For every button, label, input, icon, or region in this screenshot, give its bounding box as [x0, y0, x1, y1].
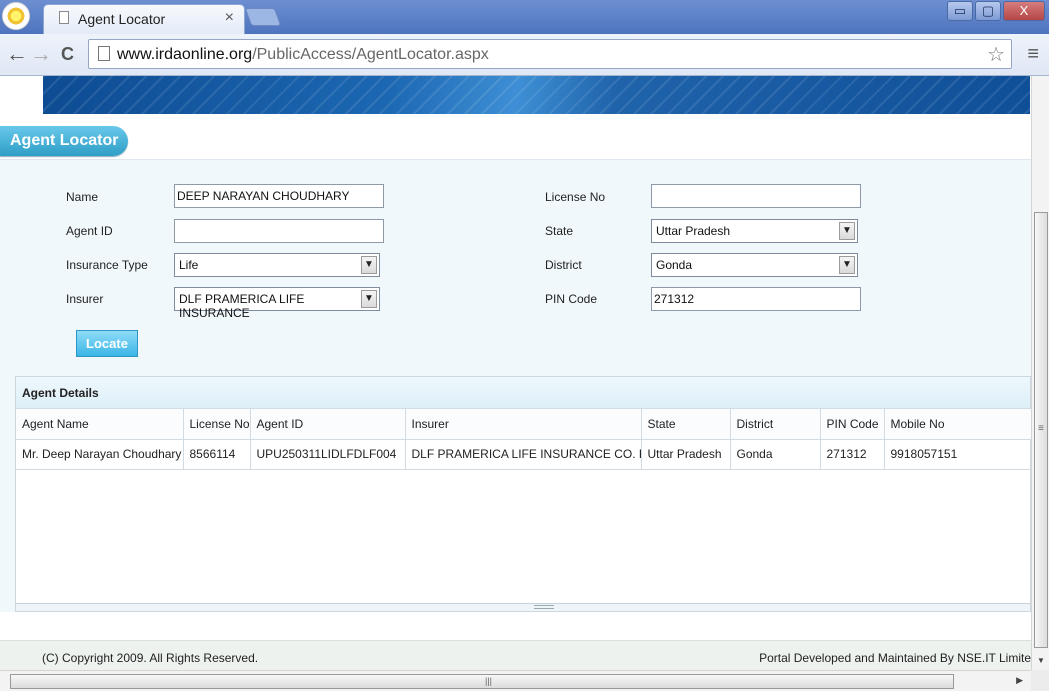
- tab-title: Agent Locator: [78, 11, 166, 27]
- license-no-cell: 8566114: [183, 439, 251, 470]
- vertical-scroll-thumb[interactable]: ≡: [1034, 212, 1048, 648]
- chevron-down-icon: ▼: [839, 222, 855, 240]
- name-input[interactable]: DEEP NARAYAN CHOUDHARY: [174, 184, 384, 208]
- grip-icon: |||: [485, 676, 493, 686]
- insurer-label: Insurer: [66, 292, 104, 306]
- insurer-cell: DLF PRAMERICA LIFE INSURANCE CO. LTD: [405, 439, 642, 470]
- agent-details-panel: Agent Details Agent Name License No Agen…: [15, 376, 1031, 612]
- district-value: Gonda: [656, 258, 693, 272]
- page-icon: [98, 46, 110, 61]
- agent-search-form: Name DEEP NARAYAN CHOUDHARY Agent ID Ins…: [0, 160, 1031, 612]
- scrollbar-corner: [1031, 670, 1049, 691]
- reload-icon[interactable]: C: [61, 42, 74, 66]
- url-host: www.irdaonline.org: [117, 46, 253, 63]
- table-row[interactable]: Mr. Deep Narayan Choudhary 8566114 UPU25…: [16, 439, 1031, 470]
- scroll-right-icon[interactable]: ▶: [1016, 675, 1023, 686]
- panel-resize-bar[interactable]: [16, 603, 1030, 611]
- browser-toolbar: ← → C www.irdaonline.org/PublicAccess/Ag…: [0, 34, 1049, 76]
- browser-tab[interactable]: Agent Locator ×: [43, 4, 245, 34]
- column-header[interactable]: Agent ID: [250, 409, 406, 440]
- district-select[interactable]: Gonda ▼: [651, 253, 858, 277]
- page-icon: [59, 11, 69, 24]
- agent-id-cell: UPU250311LIDLFDLF004: [250, 439, 406, 470]
- maximize-button[interactable]: ▢: [975, 1, 1001, 21]
- site-banner: [43, 76, 1030, 114]
- pin-code-input[interactable]: 271312: [651, 287, 861, 311]
- url-text[interactable]: www.irdaonline.org/PublicAccess/AgentLoc…: [117, 46, 489, 64]
- license-no-input[interactable]: [651, 184, 861, 208]
- chevron-down-icon: ▼: [839, 256, 855, 274]
- district-label: District: [545, 258, 582, 272]
- horizontal-scroll-thumb[interactable]: |||: [10, 674, 954, 689]
- state-label: State: [545, 224, 574, 238]
- browser-titlebar: Agent Locator × ▭ ▢ X: [0, 0, 1049, 34]
- column-header[interactable]: District: [730, 409, 821, 440]
- state-select[interactable]: Uttar Pradesh ▼: [651, 219, 858, 243]
- district-cell: Gonda: [730, 439, 821, 470]
- page-footer: (C) Copyright 2009. All Rights Reserved.…: [0, 640, 1031, 670]
- agent-details-title: Agent Details: [16, 377, 1030, 409]
- back-icon[interactable]: ←: [6, 42, 28, 66]
- agent-name-cell: Mr. Deep Narayan Choudhary: [16, 439, 184, 470]
- grip-icon: ≡: [1038, 423, 1044, 434]
- chevron-down-icon: ▼: [361, 256, 377, 274]
- column-header[interactable]: Mobile No: [884, 409, 1031, 440]
- pin-code-cell: 271312: [820, 439, 885, 470]
- state-cell: Uttar Pradesh: [641, 439, 731, 470]
- chrome-logo-icon: [2, 2, 30, 30]
- insurance-type-label: Insurance Type: [66, 258, 148, 272]
- bookmark-star-icon[interactable]: ☆: [987, 42, 1005, 67]
- column-header[interactable]: Insurer: [405, 409, 642, 440]
- pin-code-label: PIN Code: [545, 292, 598, 306]
- window-controls: ▭ ▢ X: [947, 1, 1045, 21]
- column-header[interactable]: License No: [183, 409, 251, 440]
- insurer-value: DLF PRAMERICA LIFE INSURANCE: [179, 292, 305, 320]
- horizontal-scrollbar[interactable]: ||| ▶: [0, 670, 1031, 691]
- developer-credit: Portal Developed and Maintained By NSE.I…: [759, 651, 1031, 665]
- agent-id-input[interactable]: [174, 219, 384, 243]
- insurance-type-select[interactable]: Life ▼: [174, 253, 380, 277]
- new-tab-button[interactable]: [244, 8, 282, 26]
- column-header[interactable]: Agent Name: [16, 409, 184, 440]
- browser-menu-icon[interactable]: ≡: [1027, 43, 1039, 66]
- page-title: Agent Locator: [0, 126, 128, 156]
- address-bar[interactable]: www.irdaonline.org/PublicAccess/AgentLoc…: [88, 39, 1012, 69]
- section-header: Agent Locator: [0, 126, 1031, 160]
- name-label: Name: [66, 190, 99, 204]
- scroll-down-icon[interactable]: ▼: [1037, 656, 1045, 665]
- resize-grip-icon[interactable]: [534, 605, 554, 609]
- license-no-label: License No: [545, 190, 606, 204]
- table-header-row: Agent Name License No Agent ID Insurer S…: [16, 409, 1031, 440]
- insurer-select[interactable]: DLF PRAMERICA LIFE INSURANCE ▼: [174, 287, 380, 320]
- forward-icon[interactable]: →: [30, 42, 52, 66]
- locate-button[interactable]: Locate: [76, 330, 138, 357]
- close-window-button[interactable]: X: [1003, 1, 1045, 21]
- agent-id-label: Agent ID: [66, 224, 113, 238]
- close-tab-button[interactable]: ×: [225, 9, 234, 27]
- agent-details-table: Agent Name License No Agent ID Insurer S…: [16, 409, 1031, 470]
- mobile-no-cell: 9918057151: [884, 439, 1031, 470]
- column-header[interactable]: PIN Code: [820, 409, 885, 440]
- column-header[interactable]: State: [641, 409, 731, 440]
- state-value: Uttar Pradesh: [656, 224, 731, 238]
- vertical-scrollbar[interactable]: ≡ ▼: [1031, 76, 1049, 670]
- copyright-text: (C) Copyright 2009. All Rights Reserved.: [42, 651, 259, 665]
- insurance-type-value: Life: [179, 258, 199, 272]
- page-viewport: Agent Locator Name DEEP NARAYAN CHOUDHAR…: [0, 76, 1031, 670]
- chevron-down-icon: ▼: [361, 290, 377, 308]
- url-path: /PublicAccess/AgentLocator.aspx: [252, 46, 489, 63]
- minimize-button[interactable]: ▭: [947, 1, 973, 21]
